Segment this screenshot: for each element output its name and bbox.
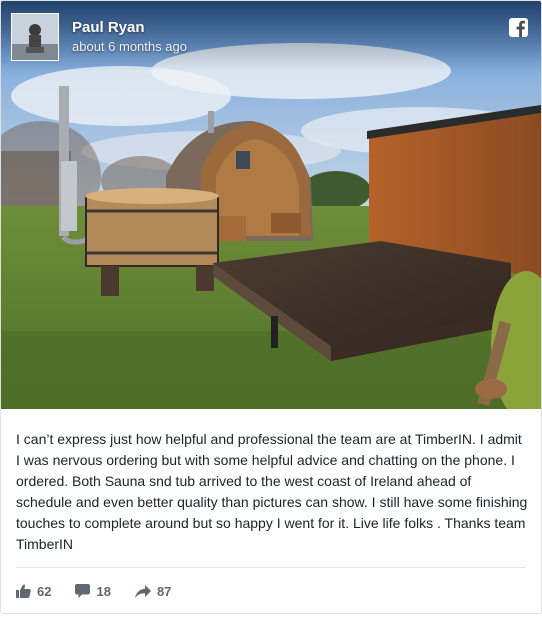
post-timestamp[interactable]: about 6 months ago — [72, 39, 187, 54]
comment-stat[interactable]: 18 — [75, 583, 111, 599]
comment-count: 18 — [96, 583, 111, 599]
post-card: Paul Ryan about 6 months ago I can’t exp… — [0, 0, 542, 614]
author-avatar[interactable] — [11, 13, 59, 61]
author-name[interactable]: Paul Ryan — [72, 19, 145, 36]
facebook-icon[interactable] — [509, 18, 528, 37]
comment-icon — [75, 584, 91, 598]
share-count: 87 — [156, 583, 172, 599]
like-count: 62 — [37, 583, 52, 599]
post-stats: 62 18 87 — [16, 581, 195, 601]
divider — [16, 567, 526, 568]
post-header: Paul Ryan about 6 months ago — [1, 1, 541, 71]
like-stat[interactable]: 62 — [16, 584, 51, 599]
avatar-image — [12, 14, 58, 60]
share-arrow-icon — [134, 584, 151, 598]
post-text: I can’t express just how helpful and pro… — [16, 431, 528, 552]
share-stat[interactable]: 87 — [134, 583, 172, 599]
thumbs-up-icon — [16, 584, 31, 598]
